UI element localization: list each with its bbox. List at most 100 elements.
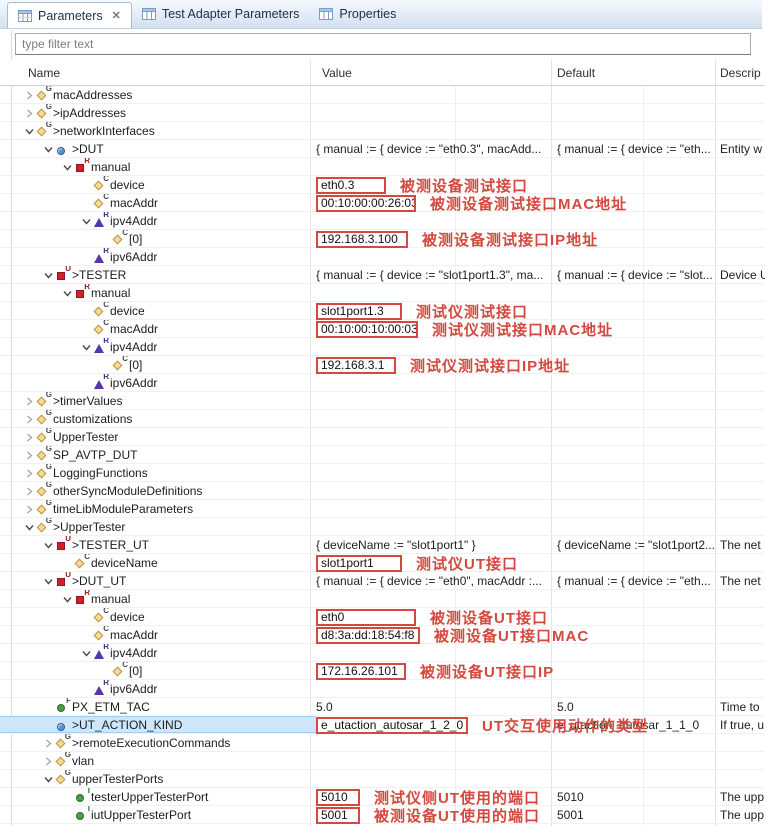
chevron-right-icon[interactable]: [22, 484, 36, 498]
row-label: >UT_ACTION_KIND: [72, 718, 182, 732]
table-row[interactable]: CmacAddr00:10:00:10:00:03测试仪测试接口MAC地址: [0, 320, 765, 338]
table-row[interactable]: Ripv6Addr: [0, 374, 765, 392]
value-cell[interactable]: d8:3a:dd:18:54:f8被测设备UT接口MAC: [316, 626, 589, 644]
value-cell[interactable]: 5001被测设备UT使用的端口: [316, 806, 540, 824]
table-row[interactable]: GupperTesterPorts: [0, 770, 765, 788]
table-row[interactable]: Cdeviceeth0.3被测设备测试接口: [0, 176, 765, 194]
name-cell: Ripv4Addr: [14, 338, 312, 356]
table-row[interactable]: >UT_ACTION_KIND e_utaction_autosar_1_2_0U…: [0, 716, 765, 734]
chevron-spacer: [41, 718, 55, 732]
value-cell[interactable]: { manual := { device := "slot1port1.3", …: [316, 266, 549, 284]
table-row[interactable]: Ripv6Addr: [0, 680, 765, 698]
chevron-right-icon[interactable]: [22, 448, 36, 462]
table-row[interactable]: >DUT{ manual := { device := "eth0.3", ma…: [0, 140, 765, 158]
value-cell[interactable]: 172.16.26.101被测设备UT接口IP: [316, 662, 554, 680]
chevron-down-icon[interactable]: [41, 268, 55, 282]
value-cell[interactable]: { deviceName := "slot1port1" }: [316, 536, 549, 554]
chevron-down-icon[interactable]: [41, 772, 55, 786]
table-row[interactable]: Gvlan: [0, 752, 765, 770]
table-row[interactable]: IiutUpperTesterPort5001被测设备UT使用的端口5001Th…: [0, 806, 765, 824]
value-cell[interactable]: { manual := { device := "eth0", macAddr …: [316, 572, 549, 590]
table-row[interactable]: Ripv6Addr: [0, 248, 765, 266]
table-row[interactable]: G>timerValues: [0, 392, 765, 410]
chevron-right-icon[interactable]: [22, 88, 36, 102]
table-row[interactable]: GUpperTester: [0, 428, 765, 446]
table-row[interactable]: Ripv4Addr: [0, 212, 765, 230]
table-row[interactable]: Cdeviceslot1port1.3测试仪测试接口: [0, 302, 765, 320]
table-row[interactable]: C[0]172.16.26.101被测设备UT接口IP: [0, 662, 765, 680]
value-cell[interactable]: 192.168.3.1测试仪测试接口IP地址: [316, 356, 570, 374]
table-row[interactable]: G>ipAddresses: [0, 104, 765, 122]
table-row[interactable]: CmacAddrd8:3a:dd:18:54:f8被测设备UT接口MAC: [0, 626, 765, 644]
value-cell[interactable]: 00:10:00:10:00:03测试仪测试接口MAC地址: [316, 320, 613, 338]
chevron-down-icon[interactable]: [60, 160, 74, 174]
column-header-description[interactable]: Descrip: [720, 66, 761, 80]
chevron-spacer: [98, 664, 112, 678]
value-cell[interactable]: 5010测试仪侧UT使用的端口: [316, 788, 540, 806]
table-row[interactable]: Rmanual: [0, 158, 765, 176]
table-row[interactable]: GLoggingFunctions: [0, 464, 765, 482]
column-divider[interactable]: [310, 60, 311, 85]
union-icon: U: [55, 574, 68, 588]
chevron-right-icon[interactable]: [22, 412, 36, 426]
column-header-default[interactable]: Default: [557, 66, 595, 80]
table-row[interactable]: GotherSyncModuleDefinitions: [0, 482, 765, 500]
table-row[interactable]: Ripv4Addr: [0, 338, 765, 356]
table-row[interactable]: Gcustomizations: [0, 410, 765, 428]
table-row[interactable]: G>networkInterfaces: [0, 122, 765, 140]
chevron-down-icon[interactable]: [79, 646, 93, 660]
table-row[interactable]: ItesterUpperTesterPort5010测试仪侧UT使用的端口501…: [0, 788, 765, 806]
chevron-down-icon[interactable]: [22, 520, 36, 534]
table-row[interactable]: U>TESTER_UT{ deviceName := "slot1port1" …: [0, 536, 765, 554]
table-row[interactable]: GtimeLibModuleParameters: [0, 500, 765, 518]
table-row[interactable]: C[0]192.168.3.1测试仪测试接口IP地址: [0, 356, 765, 374]
tab-properties[interactable]: Properties: [309, 0, 406, 28]
table-row[interactable]: Ripv4Addr: [0, 644, 765, 662]
table-row[interactable]: Rmanual: [0, 590, 765, 608]
chevron-down-icon[interactable]: [79, 214, 93, 228]
chevron-down-icon[interactable]: [22, 124, 36, 138]
table-row[interactable]: G>UpperTester: [0, 518, 765, 536]
column-divider[interactable]: [551, 60, 552, 85]
value-cell[interactable]: { manual := { device := "eth0.3", macAdd…: [316, 140, 549, 158]
table-row[interactable]: C[0]192.168.3.100被测设备测试接口IP地址: [0, 230, 765, 248]
column-header-name[interactable]: Name: [28, 66, 60, 80]
table-row[interactable]: Cdeviceeth0被测设备UT接口: [0, 608, 765, 626]
table-row[interactable]: GSP_AVTP_DUT: [0, 446, 765, 464]
tab-parameters[interactable]: Parameters ✕: [7, 2, 132, 28]
chevron-right-icon[interactable]: [22, 430, 36, 444]
chevron-down-icon[interactable]: [79, 340, 93, 354]
chevron-right-icon[interactable]: [22, 394, 36, 408]
filter-input[interactable]: [15, 33, 751, 55]
value-cell[interactable]: eth0被测设备UT接口: [316, 608, 548, 626]
table-row[interactable]: GmacAddresses: [0, 86, 765, 104]
table-row[interactable]: U>DUT_UT{ manual := { device := "eth0", …: [0, 572, 765, 590]
value-cell[interactable]: 5.0: [316, 698, 549, 716]
value-cell[interactable]: eth0.3被测设备测试接口: [316, 176, 528, 194]
table-row[interactable]: CdeviceNameslot1port1测试仪UT接口: [0, 554, 765, 572]
table-row[interactable]: G>remoteExecutionCommands: [0, 734, 765, 752]
tab-test-adapter-parameters[interactable]: Test Adapter Parameters: [132, 0, 310, 28]
chevron-right-icon[interactable]: [41, 754, 55, 768]
value-cell[interactable]: 192.168.3.100被测设备测试接口IP地址: [316, 230, 598, 248]
table-row[interactable]: U>TESTER{ manual := { device := "slot1po…: [0, 266, 765, 284]
chevron-down-icon[interactable]: [60, 592, 74, 606]
chevron-down-icon[interactable]: [41, 142, 55, 156]
value-cell[interactable]: slot1port1测试仪UT接口: [316, 554, 518, 572]
table-row[interactable]: FPX_ETM_TAC5.05.0Time to: [0, 698, 765, 716]
close-icon[interactable]: ✕: [112, 9, 121, 22]
chevron-down-icon[interactable]: [41, 574, 55, 588]
chevron-down-icon[interactable]: [60, 286, 74, 300]
column-divider[interactable]: [715, 60, 716, 85]
value-cell[interactable]: e_utaction_autosar_1_2_0UT交互使用动作的类型: [316, 716, 648, 734]
chevron-right-icon[interactable]: [22, 502, 36, 516]
chevron-right-icon[interactable]: [22, 106, 36, 120]
table-row[interactable]: Rmanual: [0, 284, 765, 302]
chevron-right-icon[interactable]: [41, 736, 55, 750]
table-row[interactable]: CmacAddr00:10:00:00:26:03被测设备测试接口MAC地址: [0, 194, 765, 212]
chevron-down-icon[interactable]: [41, 538, 55, 552]
value-cell[interactable]: 00:10:00:00:26:03被测设备测试接口MAC地址: [316, 194, 627, 212]
chevron-right-icon[interactable]: [22, 466, 36, 480]
column-header-value[interactable]: Value: [322, 66, 352, 80]
value-cell[interactable]: slot1port1.3测试仪测试接口: [316, 302, 528, 320]
